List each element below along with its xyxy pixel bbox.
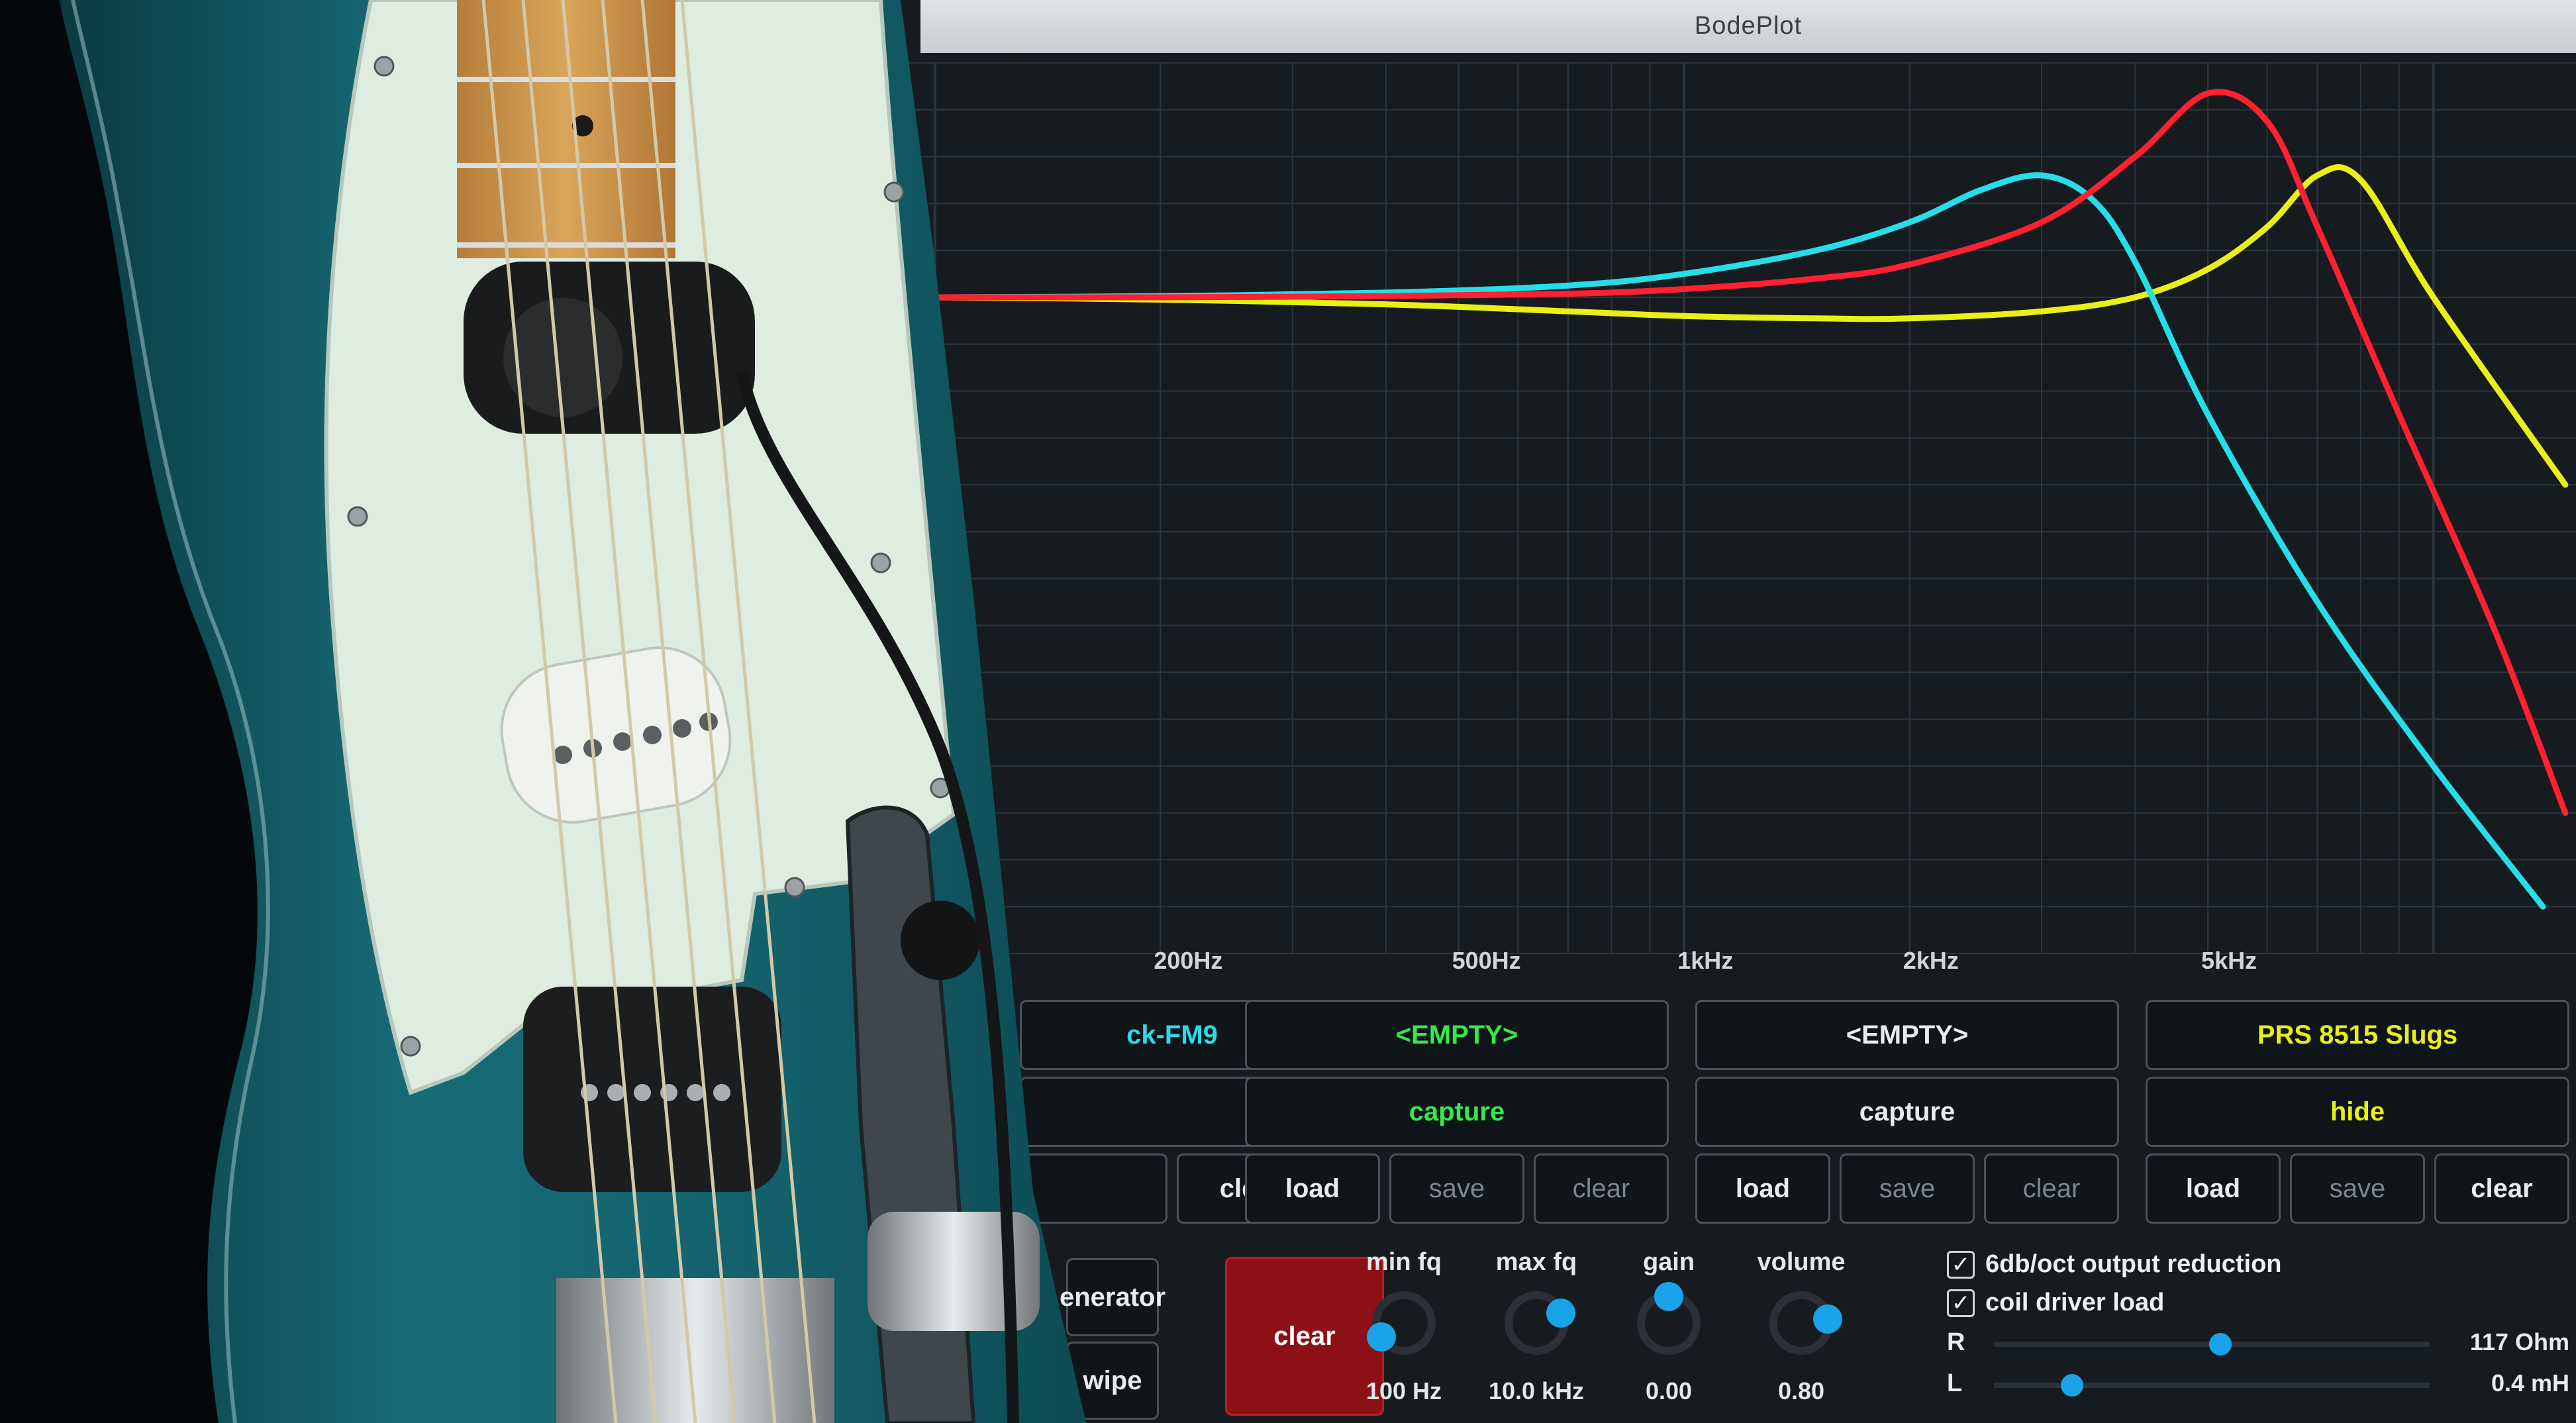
selector-switch-tip (901, 901, 980, 980)
guitar-photo (60, 0, 1086, 1423)
bridge-saddles (556, 1278, 834, 1423)
photo-scene: BodePlot 200Hz500Hz1kHz2kHz5kHz ck-FM9cl… (0, 0, 2576, 1423)
